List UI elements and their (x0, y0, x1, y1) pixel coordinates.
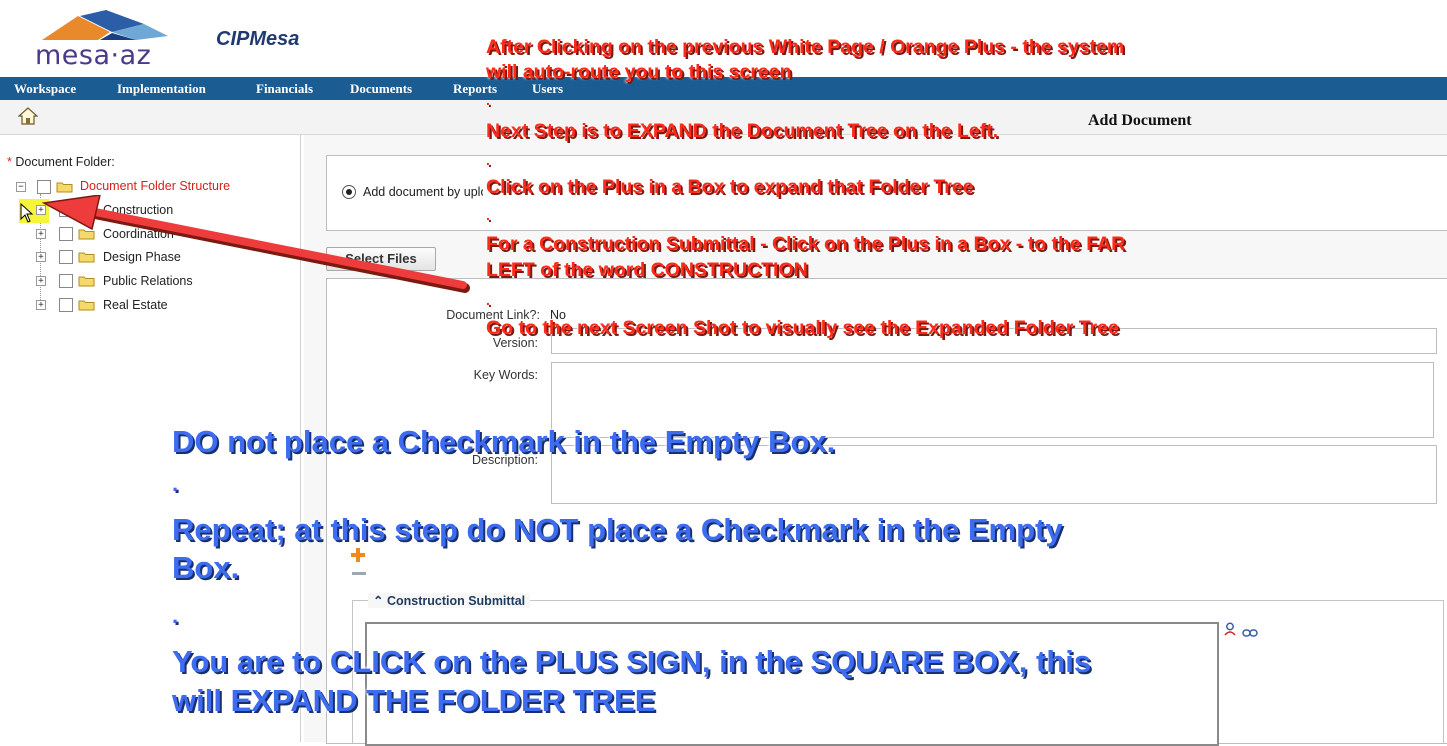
blue-annotation-line-2: Repeat; at this step do NOT place a Chec… (172, 512, 1063, 547)
keywords-label: Key Words: (473, 368, 538, 382)
nav-workspace[interactable]: Workspace (14, 81, 76, 97)
add-plus-icon[interactable] (351, 548, 365, 562)
document-folder-label-text: Document Folder: (15, 155, 115, 169)
blue-annotation-line-1: DO not place a Checkmark in the Empty Bo… (172, 424, 836, 459)
collapse-chevron-icon: ⌃ (373, 594, 384, 608)
blue-annotation-line-4: You are to CLICK on the PLUS SIGN, in th… (172, 644, 1092, 679)
construction-submittal-title: Construction Submittal (386, 594, 526, 608)
blue-annotation-dot: . (172, 471, 179, 496)
folder-icon (56, 180, 73, 193)
blue-annotation-dot: . (172, 603, 179, 628)
red-annotation-dot: . (486, 292, 490, 308)
app-title: CIPMesa (216, 28, 300, 50)
page-heading: Add Document (1088, 112, 1192, 129)
red-annotation-line-1: After Clicking on the previous White Pag… (486, 36, 1125, 58)
link-icon[interactable] (1242, 625, 1258, 637)
red-annotation-line-2: will auto-route you to this screen (486, 61, 792, 83)
construction-submittal-legend[interactable]: ⌃ Construction Submittal (368, 593, 531, 608)
annotation-arrow (40, 194, 470, 295)
document-folder-label: * Document Folder: (7, 155, 115, 169)
red-annotation-line-6: LEFT of the word CONSTRUCTION (486, 259, 808, 281)
collapse-root-icon[interactable]: − (16, 182, 26, 192)
red-annotation-line-5: For a Construction Submittal - Click on … (486, 233, 1126, 255)
tree-item-real-estate[interactable]: Real Estate (103, 298, 168, 312)
home-icon[interactable] (17, 107, 39, 125)
blue-annotation-line-5: will EXPAND THE FOLDER TREE (172, 683, 656, 718)
mesa-logo (40, 6, 170, 42)
expand-real-estate-icon[interactable]: + (36, 300, 46, 310)
nav-documents[interactable]: Documents (350, 81, 412, 97)
required-mark: * (7, 155, 12, 169)
red-annotation-dot: . (486, 92, 490, 108)
user-lookup-icon[interactable] (1224, 622, 1238, 636)
red-annotation-dot: . (486, 152, 490, 168)
tree-root-label[interactable]: Document Folder Structure (80, 179, 230, 193)
nav-financials[interactable]: Financials (256, 81, 313, 97)
root-checkbox[interactable] (37, 180, 51, 194)
blue-annotation-line-3: Box. (172, 550, 240, 585)
mouse-cursor-icon (20, 202, 34, 223)
nav-implementation[interactable]: Implementation (117, 81, 206, 97)
folder-icon (78, 298, 95, 311)
mesa-logo-graphic (42, 10, 168, 40)
real-estate-checkbox[interactable] (59, 298, 73, 312)
red-annotation-dot: . (486, 207, 490, 223)
logo-text: mesa·az (35, 40, 152, 71)
red-annotation-line-7: Go to the next Screen Shot to visually s… (486, 317, 1119, 339)
red-annotation-line-4: Click on the Plus in a Box to expand tha… (486, 176, 974, 198)
remove-minus-icon[interactable] (352, 572, 366, 575)
red-annotation-line-3: Next Step is to EXPAND the Document Tree… (486, 120, 999, 142)
